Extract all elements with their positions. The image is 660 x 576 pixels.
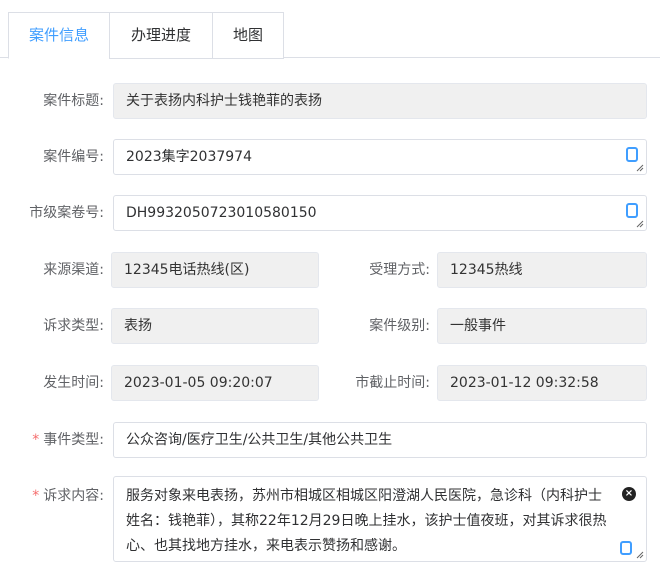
title-label: 案件标题: bbox=[43, 93, 104, 109]
title-field: 关于表扬内科护士钱艳菲的表扬 bbox=[113, 83, 647, 119]
required-mark: * bbox=[32, 488, 40, 504]
copy-icon[interactable] bbox=[620, 541, 632, 555]
required-mark: * bbox=[32, 432, 40, 448]
case-level-label: 案件级别: bbox=[369, 318, 430, 334]
source-field: 12345电话热线(区) bbox=[111, 252, 319, 288]
tab-map[interactable]: 地图 bbox=[212, 12, 284, 59]
resize-handle-icon[interactable] bbox=[636, 220, 644, 228]
appeal-content-label-text: 诉求内容: bbox=[43, 488, 104, 504]
city-no-field[interactable]: DH9932050723010580150 bbox=[113, 195, 647, 231]
event-type-label-text: 事件类型: bbox=[43, 432, 104, 448]
case-no-label: 案件编号: bbox=[43, 149, 104, 165]
tab-progress[interactable]: 办理进度 bbox=[109, 12, 213, 59]
accept-method-label: 受理方式: bbox=[369, 262, 430, 278]
city-no-label: 市级案卷号: bbox=[29, 205, 104, 221]
appeal-type-label: 诉求类型: bbox=[43, 318, 104, 334]
copy-icon[interactable] bbox=[626, 203, 638, 218]
clear-icon[interactable]: × bbox=[622, 487, 636, 501]
case-no-field[interactable]: 2023集字2037974 bbox=[113, 139, 647, 175]
tab-case-info[interactable]: 案件信息 bbox=[8, 12, 110, 59]
copy-icon[interactable] bbox=[626, 147, 638, 162]
case-level-field: 一般事件 bbox=[437, 308, 647, 344]
occur-time-field: 2023-01-05 09:20:07 bbox=[111, 365, 319, 401]
resize-handle-icon[interactable] bbox=[636, 551, 644, 559]
deadline-label: 市截止时间: bbox=[355, 375, 430, 391]
city-no-value: DH9932050723010580150 bbox=[126, 205, 317, 221]
appeal-content-textarea[interactable]: 服务对象来电表扬，苏州市相城区相城区阳澄湖人民医院，急诊科（内科护士姓名：钱艳菲… bbox=[113, 476, 647, 562]
appeal-content-label: * 诉求内容: bbox=[0, 478, 104, 514]
resize-handle-icon[interactable] bbox=[636, 164, 644, 172]
event-type-label: * 事件类型: bbox=[0, 422, 104, 458]
tab-bar: 案件信息 办理进度 地图 bbox=[0, 12, 660, 59]
appeal-type-field: 表扬 bbox=[111, 308, 319, 344]
accept-method-field: 12345热线 bbox=[437, 252, 647, 288]
case-no-value: 2023集字2037974 bbox=[126, 149, 252, 165]
occur-time-label: 发生时间: bbox=[43, 375, 104, 391]
event-type-field[interactable]: 公众咨询/医疗卫生/公共卫生/其他公共卫生 bbox=[113, 422, 647, 458]
deadline-field: 2023-01-12 09:32:58 bbox=[437, 365, 647, 401]
source-label: 来源渠道: bbox=[43, 262, 104, 278]
appeal-content-value: 服务对象来电表扬，苏州市相城区相城区阳澄湖人民医院，急诊科（内科护士姓名：钱艳菲… bbox=[126, 488, 607, 554]
